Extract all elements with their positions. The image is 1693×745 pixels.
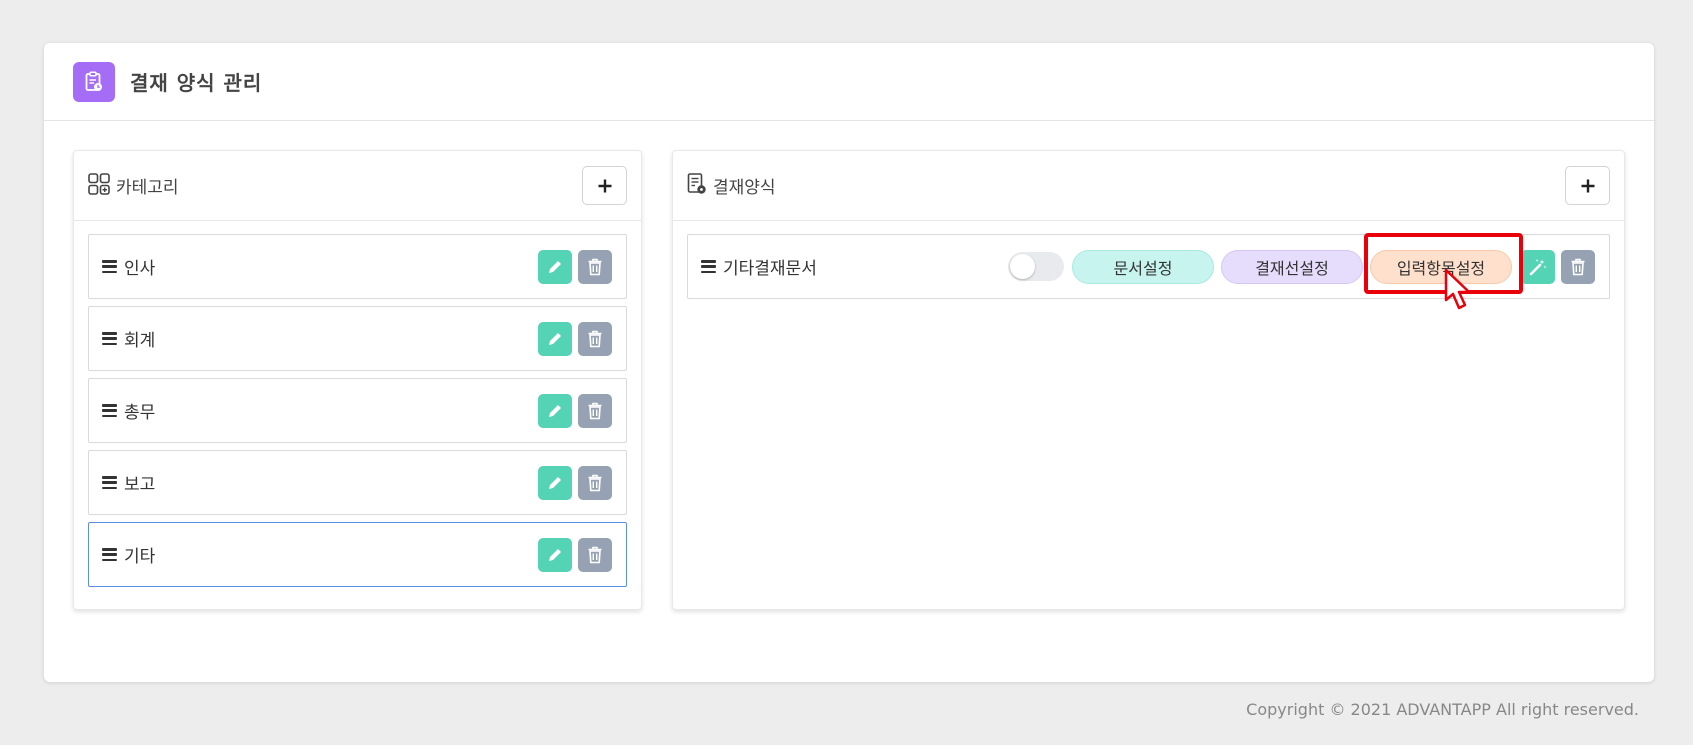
- drag-handle-icon[interactable]: [102, 260, 117, 273]
- plus-icon: [598, 179, 611, 192]
- add-approval-form-button[interactable]: [1565, 166, 1610, 205]
- drag-handle-icon[interactable]: [102, 404, 117, 417]
- trash-icon: [588, 402, 602, 419]
- drag-handle-icon[interactable]: [102, 476, 117, 489]
- category-label: 회계: [124, 331, 156, 351]
- trash-icon: [588, 258, 602, 275]
- category-row-hoegye[interactable]: 회계: [88, 306, 627, 371]
- mouse-pointer-icon: [1444, 268, 1471, 310]
- category-list: 인사 회계 총무 보고 기타: [74, 221, 641, 587]
- delete-button[interactable]: [578, 465, 612, 500]
- page-header: 결재 양식 관리: [44, 43, 1654, 121]
- trash-icon: [588, 546, 602, 563]
- drag-handle-icon[interactable]: [102, 548, 117, 561]
- category-panel: 카테고리 인사 회계 총무 보고 기타: [73, 150, 642, 610]
- category-label: 기타: [124, 547, 156, 567]
- pencil-icon: [549, 476, 561, 489]
- delete-button[interactable]: [578, 537, 612, 572]
- category-panel-title: 카테고리: [116, 178, 179, 198]
- edit-button[interactable]: [538, 249, 572, 284]
- delete-button[interactable]: [1561, 249, 1595, 284]
- add-category-button[interactable]: [582, 166, 627, 205]
- edit-button[interactable]: [538, 465, 572, 500]
- category-row-gita[interactable]: 기타: [88, 522, 627, 587]
- delete-button[interactable]: [578, 321, 612, 356]
- document-settings-icon: [687, 172, 707, 199]
- trash-icon: [1571, 258, 1585, 275]
- form-active-toggle[interactable]: [1008, 252, 1064, 281]
- pencil-icon: [549, 332, 561, 345]
- copyright-footer: Copyright © 2021 ADVANTAPP All right res…: [1246, 700, 1639, 719]
- drag-handle-icon[interactable]: [701, 260, 716, 273]
- category-label: 총무: [124, 403, 156, 423]
- pencil-icon: [549, 260, 561, 273]
- pencil-icon: [549, 548, 561, 561]
- category-row-bogo[interactable]: 보고: [88, 450, 627, 515]
- category-row-chongmu[interactable]: 총무: [88, 378, 627, 443]
- delete-button[interactable]: [578, 249, 612, 284]
- approval-form-panel-title: 결재양식: [713, 178, 776, 198]
- approval-form-panel-header: 결재양식: [673, 151, 1624, 221]
- toggle-knob: [1010, 254, 1035, 279]
- clipboard-document-icon: [73, 61, 115, 102]
- category-panel-header: 카테고리: [74, 151, 641, 221]
- magic-wand-button[interactable]: [1521, 249, 1555, 284]
- category-label: 인사: [124, 259, 156, 279]
- approval-form-panel: 결재양식 기타결재문서 문서설정 결재선설정 입력항목설정: [672, 150, 1625, 610]
- plus-icon: [1581, 179, 1594, 192]
- page-title: 결재 양식 관리: [130, 71, 263, 95]
- approval-form-management-card: 결재 양식 관리 카테고리 인사 회계 총무 보고 기타 결재양식 기타결재문서…: [44, 43, 1654, 682]
- approval-form-label: 기타결재문서: [723, 259, 817, 279]
- edit-button[interactable]: [538, 321, 572, 356]
- edit-button[interactable]: [538, 537, 572, 572]
- trash-icon: [588, 474, 602, 491]
- pencil-icon: [549, 404, 561, 417]
- grid-icon: [88, 172, 110, 199]
- trash-icon: [588, 330, 602, 347]
- category-label: 보고: [124, 475, 156, 495]
- category-row-insa[interactable]: 인사: [88, 234, 627, 299]
- document-settings-button[interactable]: 문서설정: [1072, 249, 1214, 284]
- approval-line-settings-button[interactable]: 결재선설정: [1221, 249, 1363, 284]
- edit-button[interactable]: [538, 393, 572, 428]
- magic-wand-icon: [1529, 258, 1547, 275]
- delete-button[interactable]: [578, 393, 612, 428]
- drag-handle-icon[interactable]: [102, 332, 117, 345]
